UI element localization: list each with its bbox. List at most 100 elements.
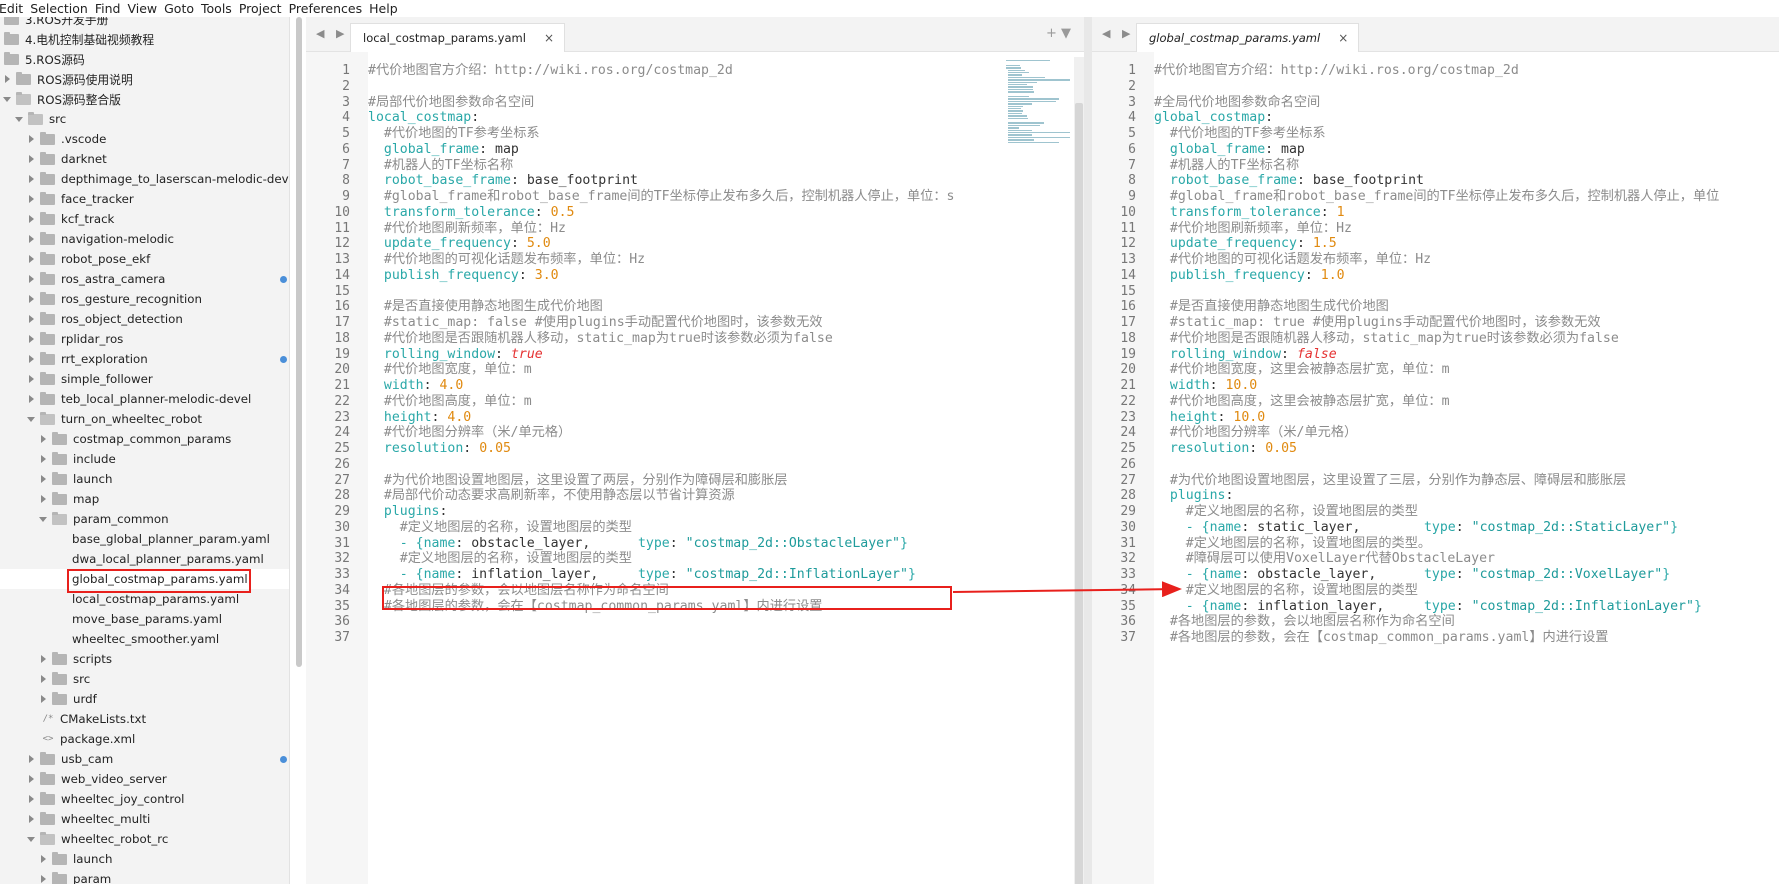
folder-item[interactable]: wheeltec_robot_rc bbox=[0, 829, 289, 849]
chevron-right-icon[interactable] bbox=[26, 774, 36, 784]
chevron-right-icon[interactable] bbox=[38, 494, 48, 504]
file-item[interactable]: wheeltec_smoother.yaml bbox=[0, 629, 289, 649]
chevron-right-icon[interactable] bbox=[26, 194, 36, 204]
folder-item[interactable]: face_tracker bbox=[0, 189, 289, 209]
chevron-right-icon[interactable] bbox=[26, 174, 36, 184]
chevron-right-icon[interactable] bbox=[26, 134, 36, 144]
chevron-down-icon[interactable] bbox=[2, 94, 12, 104]
folder-item[interactable]: ROS源码整合版 bbox=[0, 89, 289, 109]
chevron-down-icon[interactable] bbox=[38, 514, 48, 524]
folder-item[interactable]: 3.ROS开发手册 bbox=[0, 17, 289, 29]
tab-local-costmap-params[interactable]: local_costmap_params.yaml × bbox=[350, 23, 565, 52]
chevron-right-icon[interactable] bbox=[26, 234, 36, 244]
folder-item[interactable]: ros_object_detection bbox=[0, 309, 289, 329]
chevron-right-icon[interactable] bbox=[38, 874, 48, 884]
folder-item[interactable]: 4.电机控制基础视频教程 bbox=[0, 29, 289, 49]
code-editor-right[interactable]: 1 #代价地图官方介绍：http://wiki.ros.org/costmap_2… bbox=[1092, 52, 1779, 884]
folder-item[interactable]: urdf bbox=[0, 689, 289, 709]
chevron-right-icon[interactable] bbox=[38, 434, 48, 444]
menu-item-goto[interactable]: Goto bbox=[164, 1, 201, 16]
folder-item[interactable]: ros_astra_camera bbox=[0, 269, 289, 289]
chevron-right-icon[interactable] bbox=[26, 754, 36, 764]
menu-item-help[interactable]: Help bbox=[369, 1, 405, 16]
menu-item-find[interactable]: Find bbox=[95, 1, 128, 16]
file-item[interactable]: <> package.xml bbox=[0, 729, 289, 749]
menu-item-view[interactable]: View bbox=[127, 1, 164, 16]
chevron-right-icon[interactable] bbox=[38, 854, 48, 864]
editor-scrollbar-left[interactable] bbox=[1074, 57, 1084, 884]
folder-item[interactable]: param_common bbox=[0, 509, 289, 529]
folder-item[interactable]: wheeltec_joy_control bbox=[0, 789, 289, 809]
menu-item-project[interactable]: Project bbox=[239, 1, 289, 16]
folder-item[interactable]: simple_follower bbox=[0, 369, 289, 389]
folder-item[interactable]: robot_pose_ekf bbox=[0, 249, 289, 269]
chevron-down-icon[interactable] bbox=[14, 114, 24, 124]
folder-item[interactable]: usb_cam bbox=[0, 749, 289, 769]
chevron-right-icon[interactable] bbox=[26, 374, 36, 384]
folder-item[interactable]: kcf_track bbox=[0, 209, 289, 229]
close-icon[interactable]: × bbox=[1338, 31, 1348, 45]
chevron-right-icon[interactable] bbox=[26, 794, 36, 804]
minimap[interactable] bbox=[1004, 52, 1074, 152]
code-editor-left[interactable]: 1 #代价地图官方介绍：http://wiki.ros.org/costmap_2… bbox=[306, 52, 1084, 884]
chevron-right-icon[interactable] bbox=[38, 474, 48, 484]
chevron-right-icon[interactable] bbox=[2, 74, 12, 84]
tab-global-costmap-params[interactable]: global_costmap_params.yaml × bbox=[1136, 23, 1360, 52]
folder-item[interactable]: costmap_common_params bbox=[0, 429, 289, 449]
folder-item[interactable]: darknet bbox=[0, 149, 289, 169]
menu-item-selection[interactable]: Selection bbox=[30, 1, 95, 16]
menu-item-tools[interactable]: Tools bbox=[201, 1, 239, 16]
pane-divider[interactable] bbox=[1084, 17, 1092, 884]
scrollbar-thumb[interactable] bbox=[1075, 103, 1083, 884]
folder-item[interactable]: include bbox=[0, 449, 289, 469]
folder-item[interactable]: wheeltec_multi bbox=[0, 809, 289, 829]
file-item[interactable]: global_costmap_params.yaml bbox=[0, 569, 289, 589]
folder-item[interactable]: turn_on_wheeltec_robot bbox=[0, 409, 289, 429]
folder-item[interactable]: ros_gesture_recognition bbox=[0, 289, 289, 309]
tab-nav-arrows-left[interactable]: ◀ ▶ bbox=[316, 27, 348, 40]
chevron-right-icon[interactable] bbox=[26, 394, 36, 404]
close-icon[interactable]: × bbox=[544, 31, 554, 45]
folder-item[interactable]: depthimage_to_laserscan-melodic-devel bbox=[0, 169, 289, 189]
folder-item[interactable]: map bbox=[0, 489, 289, 509]
folder-item[interactable]: rplidar_ros bbox=[0, 329, 289, 349]
chevron-right-icon[interactable] bbox=[26, 294, 36, 304]
folder-item[interactable]: launch bbox=[0, 849, 289, 869]
folder-item[interactable]: rrt_exploration bbox=[0, 349, 289, 369]
sidebar-scrollbar[interactable] bbox=[296, 17, 302, 667]
menu-item-edit[interactable]: Edit bbox=[0, 1, 30, 16]
chevron-right-icon[interactable] bbox=[26, 334, 36, 344]
chevron-down-icon[interactable] bbox=[26, 414, 36, 424]
folder-item[interactable]: teb_local_planner-melodic-devel bbox=[0, 389, 289, 409]
folder-item[interactable]: src bbox=[0, 109, 289, 129]
folder-item[interactable]: .vscode bbox=[0, 129, 289, 149]
chevron-right-icon[interactable] bbox=[26, 214, 36, 224]
folder-item[interactable]: navigation-melodic bbox=[0, 229, 289, 249]
chevron-right-icon[interactable] bbox=[26, 274, 36, 284]
folder-item[interactable]: 5.ROS源码 bbox=[0, 49, 289, 69]
file-item[interactable]: /* CMakeLists.txt bbox=[0, 709, 289, 729]
file-item[interactable]: local_costmap_params.yaml bbox=[0, 589, 289, 609]
menu-item-preferences[interactable]: Preferences bbox=[289, 1, 370, 16]
folder-item[interactable]: scripts bbox=[0, 649, 289, 669]
chevron-right-icon[interactable] bbox=[38, 694, 48, 704]
folder-item[interactable]: ROS源码使用说明 bbox=[0, 69, 289, 89]
file-item[interactable]: move_base_params.yaml bbox=[0, 609, 289, 629]
chevron-right-icon[interactable] bbox=[38, 674, 48, 684]
chevron-right-icon[interactable] bbox=[38, 454, 48, 464]
tab-nav-arrows-right[interactable]: ◀ ▶ bbox=[1102, 27, 1134, 40]
folder-item[interactable]: launch bbox=[0, 469, 289, 489]
chevron-right-icon[interactable] bbox=[26, 814, 36, 824]
chevron-down-icon[interactable] bbox=[26, 834, 36, 844]
folder-item[interactable]: param bbox=[0, 869, 289, 884]
file-item[interactable]: dwa_local_planner_params.yaml bbox=[0, 549, 289, 569]
folder-item[interactable]: src bbox=[0, 669, 289, 689]
chevron-right-icon[interactable] bbox=[26, 254, 36, 264]
chevron-right-icon[interactable] bbox=[26, 154, 36, 164]
chevron-right-icon[interactable] bbox=[38, 654, 48, 664]
chevron-right-icon[interactable] bbox=[26, 314, 36, 324]
chevron-right-icon[interactable] bbox=[26, 354, 36, 364]
new-tab-menu-icon[interactable]: + ▼ bbox=[1046, 26, 1071, 41]
file-item[interactable]: base_global_planner_param.yaml bbox=[0, 529, 289, 549]
folder-item[interactable]: web_video_server bbox=[0, 769, 289, 789]
